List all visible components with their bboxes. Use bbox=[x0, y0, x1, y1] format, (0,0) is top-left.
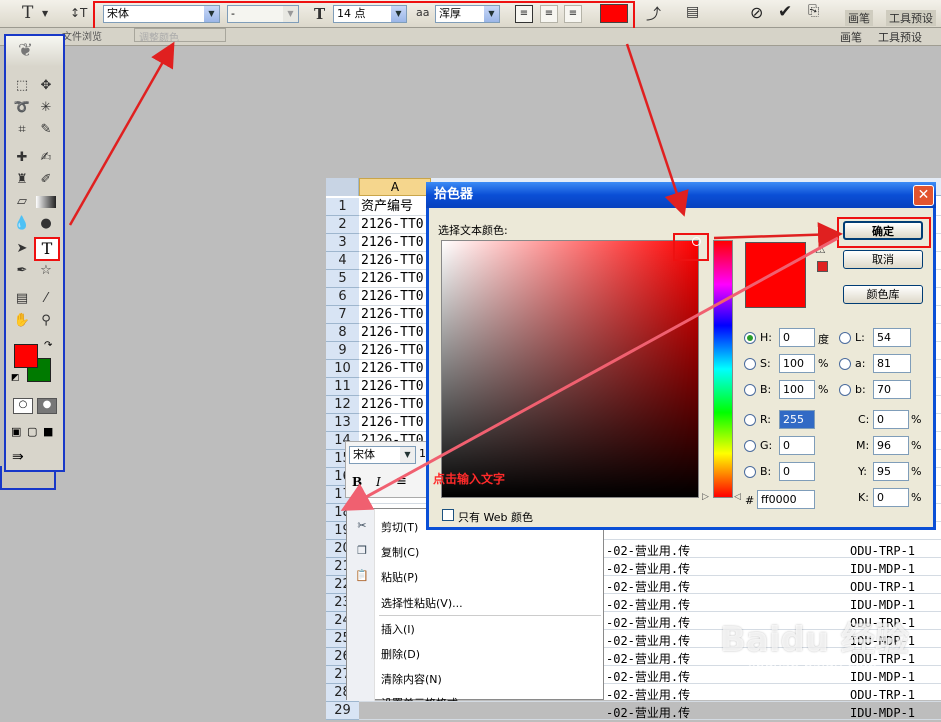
arrow-to-cell bbox=[340, 236, 839, 511]
annotation-arrows bbox=[68, 41, 843, 511]
watermark-url: jingyan.baidu.com bbox=[748, 660, 878, 676]
row-header[interactable]: 29 bbox=[326, 702, 359, 720]
arrow-to-picker bbox=[625, 43, 689, 217]
watermark-brand: Baidu 经验 bbox=[720, 620, 909, 660]
table-cell[interactable] bbox=[361, 702, 429, 720]
baidu-watermark: Baidu 经验 bbox=[720, 612, 909, 661]
table-cell[interactable]: IDU-MDP-1 bbox=[850, 704, 941, 722]
foreground-color-swatch[interactable] bbox=[14, 344, 38, 368]
table-cell[interactable]: -02-营业用.传 bbox=[606, 704, 706, 722]
arrow-to-ok bbox=[713, 222, 843, 248]
arrow-to-options bbox=[68, 41, 175, 226]
